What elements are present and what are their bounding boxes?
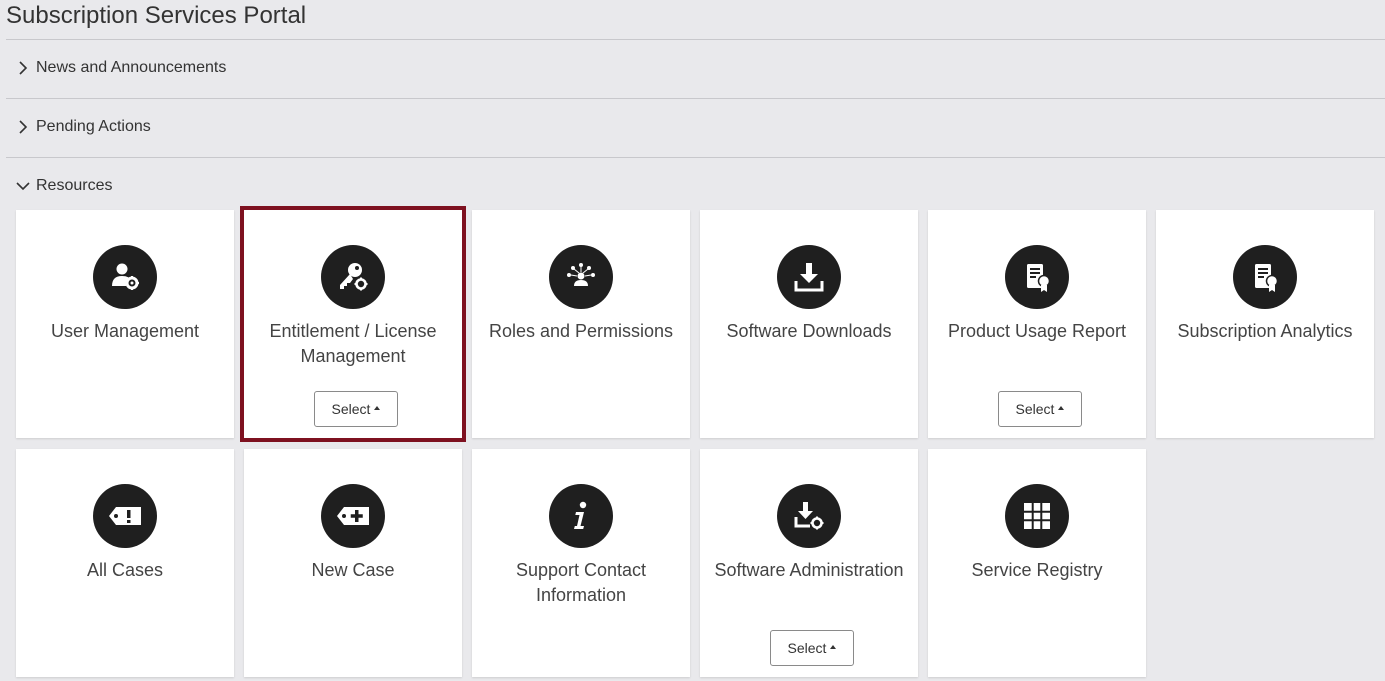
- download-gear-icon: [777, 484, 841, 548]
- tile-service-registry[interactable]: Service Registry: [928, 449, 1146, 677]
- caret-up-icon: [374, 406, 381, 410]
- tile-label: New Case: [311, 560, 395, 580]
- tile-label: Service Registry: [971, 560, 1103, 580]
- chevron-right-icon: [16, 120, 30, 134]
- tile-label: User Management: [50, 321, 200, 341]
- tile-label: Subscription Analytics: [1177, 321, 1353, 341]
- accordion-label: Resources: [36, 177, 113, 194]
- certificate-report-icon: [1233, 245, 1297, 309]
- chevron-right-icon: [16, 61, 30, 75]
- people-network-icon: [549, 245, 613, 309]
- info-icon: [549, 484, 613, 548]
- portal-page: Subscription Services Portal News and An…: [0, 0, 1385, 681]
- tile-subscription-analytics[interactable]: Subscription Analytics: [1156, 210, 1374, 438]
- tile-label: Software Downloads: [726, 321, 892, 341]
- accordion-resources[interactable]: Resources: [6, 157, 1385, 215]
- chevron-down-icon: [16, 179, 30, 193]
- accordion-label: News and Announcements: [36, 59, 227, 76]
- tile-user-management[interactable]: User Management: [16, 210, 234, 438]
- tile-label: Entitlement / License Management: [269, 321, 437, 366]
- select-label: Select: [331, 401, 371, 417]
- ticket-add-icon: [321, 484, 385, 548]
- tile-label: Software Administration: [714, 560, 904, 580]
- tile-product-usage-report[interactable]: Product Usage Report Select: [928, 210, 1146, 438]
- user-gear-icon: [93, 245, 157, 309]
- select-dropdown-button[interactable]: Select: [998, 391, 1082, 427]
- select-label: Select: [1015, 401, 1055, 417]
- key-gear-icon: [321, 245, 385, 309]
- accordion-label: Pending Actions: [36, 118, 151, 135]
- tile-software-downloads[interactable]: Software Downloads: [700, 210, 918, 438]
- tile-software-administration[interactable]: Software Administration Select: [700, 449, 918, 677]
- tile-entitlement-license-management[interactable]: Entitlement / License Management Select: [240, 206, 466, 442]
- caret-up-icon: [830, 645, 837, 649]
- select-dropdown-button[interactable]: Select: [770, 630, 854, 666]
- tile-label: All Cases: [86, 560, 164, 580]
- tile-roles-and-permissions[interactable]: Roles and Permissions: [472, 210, 690, 438]
- ticket-alert-icon: [93, 484, 157, 548]
- download-icon: [777, 245, 841, 309]
- accordion-pending-actions[interactable]: Pending Actions: [6, 98, 1385, 156]
- tile-support-contact-information[interactable]: Support Contact Information: [472, 449, 690, 677]
- tile-label: Roles and Permissions: [488, 321, 674, 341]
- grid-icon: [1005, 484, 1069, 548]
- certificate-report-icon: [1005, 245, 1069, 309]
- tile-new-case[interactable]: New Case: [244, 449, 462, 677]
- select-dropdown-button[interactable]: Select: [314, 391, 398, 427]
- tile-all-cases[interactable]: All Cases: [16, 449, 234, 677]
- tile-label: Support Contact Information: [515, 560, 647, 605]
- tile-label: Product Usage Report: [947, 321, 1127, 341]
- caret-up-icon: [1058, 406, 1065, 410]
- accordion-news[interactable]: News and Announcements: [6, 39, 1385, 97]
- page-title: Subscription Services Portal: [6, 2, 307, 29]
- select-label: Select: [787, 640, 827, 656]
